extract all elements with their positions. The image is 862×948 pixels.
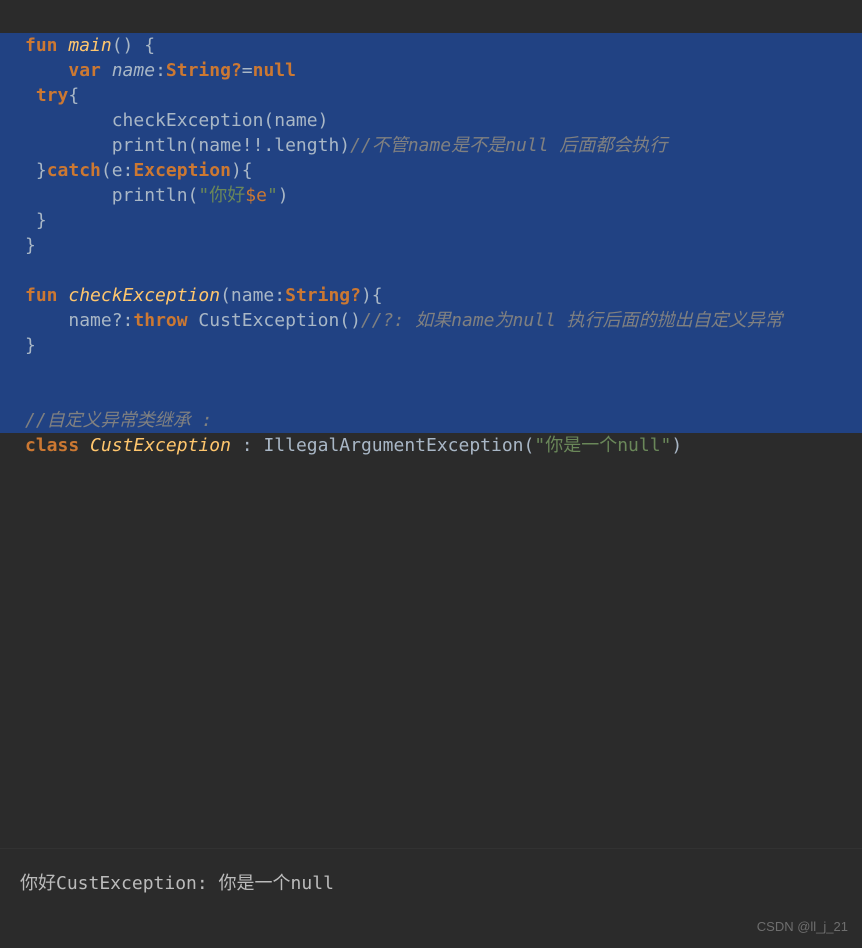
code-line: }: [0, 233, 862, 258]
output-text: 你好CustException: 你是一个null: [20, 873, 334, 894]
code-line: fun checkException(name:String?){: [0, 283, 862, 308]
code-line: }catch(e:Exception){: [0, 158, 862, 183]
code-line: name?:throw CustException()//?: 如果name为n…: [0, 308, 862, 333]
code-line: }: [0, 208, 862, 233]
code-line: println("你好$e"): [0, 183, 862, 208]
code-line: checkException(name): [0, 108, 862, 133]
code-editor[interactable]: fun main() { var name:String?=null try{ …: [0, 0, 862, 458]
console-output: 你好CustException: 你是一个null: [0, 848, 862, 948]
code-line: var name:String?=null: [0, 58, 862, 83]
code-line: [0, 383, 862, 408]
code-line: }: [0, 333, 862, 358]
watermark: CSDN @ll_j_21: [757, 919, 848, 934]
code-line: class CustException : IllegalArgumentExc…: [0, 435, 682, 456]
code-line: //自定义异常类继承 :: [0, 408, 862, 433]
code-line: try{: [0, 83, 862, 108]
code-line: fun main() {: [0, 33, 862, 58]
code-line: [0, 358, 862, 383]
code-line: println(name!!.length)//不管name是不是null 后面…: [0, 133, 862, 158]
code-line: [0, 258, 862, 283]
